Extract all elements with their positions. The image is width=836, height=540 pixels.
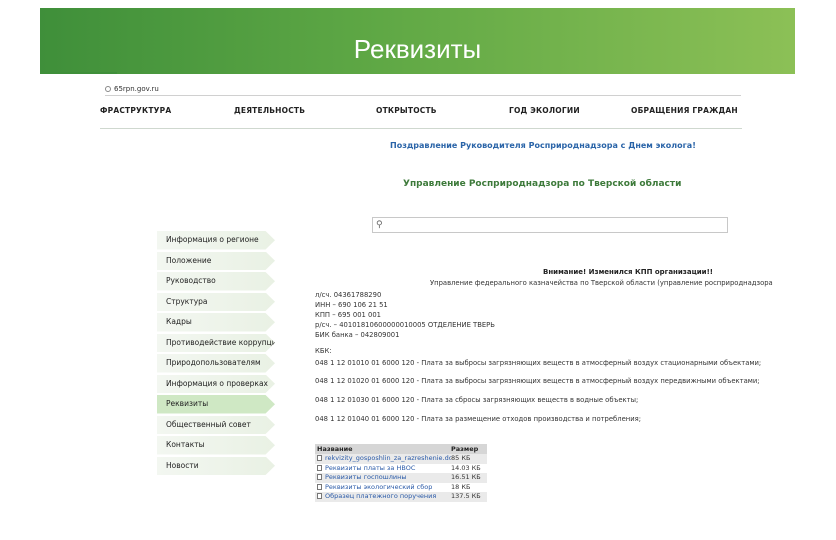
nav-item-activity[interactable]: ДЕЯТЕЛЬНОСТЬ bbox=[234, 106, 305, 115]
nav-item-infrastructure[interactable]: ФРАСТРУКТУРА bbox=[100, 106, 171, 115]
title-banner: Реквизиты bbox=[40, 8, 795, 74]
nav-item-openness[interactable]: ОТКРЫТОСТЬ bbox=[376, 106, 437, 115]
requisite-line: БИК банка – 042809001 bbox=[315, 331, 400, 339]
nav-divider bbox=[100, 128, 742, 129]
table-row[interactable]: Реквизиты госпошлины 16.51 КБ bbox=[315, 473, 487, 483]
sidebar-item-news[interactable]: Новости bbox=[157, 456, 275, 475]
file-size: 18 КБ bbox=[451, 482, 471, 491]
requisite-line: 048 1 12 01030 01 6000 120 - Плата за сб… bbox=[315, 396, 639, 404]
sidebar-item-region-info[interactable]: Информация о регионе bbox=[157, 231, 275, 250]
file-link[interactable]: Реквизиты госпошлины bbox=[325, 473, 406, 481]
requisite-line: 048 1 12 01020 01 6000 120 - Плата за вы… bbox=[315, 377, 760, 385]
requisite-line: КПП – 695 001 001 bbox=[315, 311, 382, 319]
table-row[interactable]: rekvizity_gosposhlin_za_razreshenie.docx… bbox=[315, 454, 487, 464]
sidebar-item-regulation[interactable]: Положение bbox=[157, 251, 275, 270]
table-row[interactable]: Образец платежного поручения 137.5 КБ bbox=[315, 492, 487, 502]
slide: Реквизиты 65rpn.gov.ru ФРАСТРУКТУРА ДЕЯТ… bbox=[0, 0, 836, 540]
table-header: Название Размер bbox=[315, 444, 487, 454]
search-icon: ⚲ bbox=[376, 220, 383, 230]
document-icon bbox=[317, 493, 322, 499]
column-header-size: Размер bbox=[451, 445, 479, 453]
table-row[interactable]: Реквизиты платы за НВОС 14.03 КБ bbox=[315, 464, 487, 474]
search-input[interactable]: ⚲ bbox=[372, 217, 728, 233]
website-screenshot: 65rpn.gov.ru ФРАСТРУКТУРА ДЕЯТЕЛЬНОСТЬ О… bbox=[100, 78, 773, 508]
sidebar-item-public-council[interactable]: Общественный совет bbox=[157, 415, 275, 434]
address-bar[interactable]: 65rpn.gov.ru bbox=[105, 82, 741, 96]
congrats-link[interactable]: Поздравление Руководителя Росприроднадзо… bbox=[390, 141, 696, 150]
file-size: 16.51 КБ bbox=[451, 473, 481, 481]
favicon-icon bbox=[105, 86, 111, 92]
sidebar-item-staff[interactable]: Кадры bbox=[157, 313, 275, 332]
document-icon bbox=[317, 474, 322, 480]
sidebar-item-requisites[interactable]: Реквизиты bbox=[157, 395, 275, 414]
sidebar-menu: Информация о регионе Положение Руководст… bbox=[157, 231, 275, 477]
document-icon bbox=[317, 483, 322, 490]
address-text: 65rpn.gov.ru bbox=[114, 85, 159, 93]
sidebar-item-inspections[interactable]: Информация о проверках bbox=[157, 374, 275, 393]
nav-item-ecology-year[interactable]: ГОД ЭКОЛОГИИ bbox=[509, 106, 580, 115]
sidebar-item-leadership[interactable]: Руководство bbox=[157, 272, 275, 291]
file-size: 137.5 КБ bbox=[451, 492, 481, 500]
top-navigation: ФРАСТРУКТУРА ДЕЯТЕЛЬНОСТЬ ОТКРЫТОСТЬ ГОД… bbox=[100, 106, 742, 116]
requisite-line: р/сч. – 40101810600000010005 ОТДЕЛЕНИЕ Т… bbox=[315, 321, 495, 329]
sidebar-item-nature-users[interactable]: Природопользователям bbox=[157, 354, 275, 373]
nav-item-citizen-appeals[interactable]: ОБРАЩЕНИЯ ГРАЖДАН bbox=[631, 106, 738, 115]
requisite-line: 048 1 12 01010 01 6000 120 - Плата за вы… bbox=[315, 359, 762, 367]
sidebar-item-structure[interactable]: Структура bbox=[157, 292, 275, 311]
document-icon bbox=[317, 464, 322, 471]
file-link[interactable]: Реквизиты платы за НВОС bbox=[325, 464, 415, 472]
file-link[interactable]: Образец платежного поручения bbox=[325, 492, 436, 500]
sidebar-item-anticorruption[interactable]: Противодействие коррупции bbox=[157, 333, 275, 352]
files-table: Название Размер rekvizity_gosposhlin_za_… bbox=[315, 444, 487, 502]
agency-title: Управление Росприроднадзора по Тверской … bbox=[403, 179, 682, 189]
file-link[interactable]: Реквизиты экологический сбор bbox=[325, 483, 432, 491]
file-link[interactable]: rekvizity_gosposhlin_za_razreshenie.docx bbox=[325, 454, 451, 462]
column-header-name: Название bbox=[317, 445, 353, 453]
treasury-notice: Управление федерального казначейства по … bbox=[430, 279, 773, 287]
file-size: 85 КБ bbox=[451, 454, 471, 462]
requisite-line: ИНН – 690 106 21 51 bbox=[315, 301, 388, 309]
banner-underline bbox=[40, 72, 117, 74]
table-row[interactable]: Реквизиты экологический сбор 18 КБ bbox=[315, 483, 487, 493]
file-size: 14.03 КБ bbox=[451, 463, 481, 472]
table-body: rekvizity_gosposhlin_za_razreshenie.docx… bbox=[315, 454, 487, 502]
document-icon bbox=[317, 455, 322, 461]
sidebar-item-contacts[interactable]: Контакты bbox=[157, 436, 275, 455]
slide-title: Реквизиты bbox=[353, 34, 482, 64]
requisite-line: КБК: bbox=[315, 347, 332, 355]
kpp-change-notice: Внимание! Изменился КПП организации!! bbox=[543, 268, 713, 276]
requisite-line: 048 1 12 01040 01 6000 120 - Плата за ра… bbox=[315, 415, 642, 423]
requisite-line: л/сч. 04361788290 bbox=[315, 291, 382, 299]
